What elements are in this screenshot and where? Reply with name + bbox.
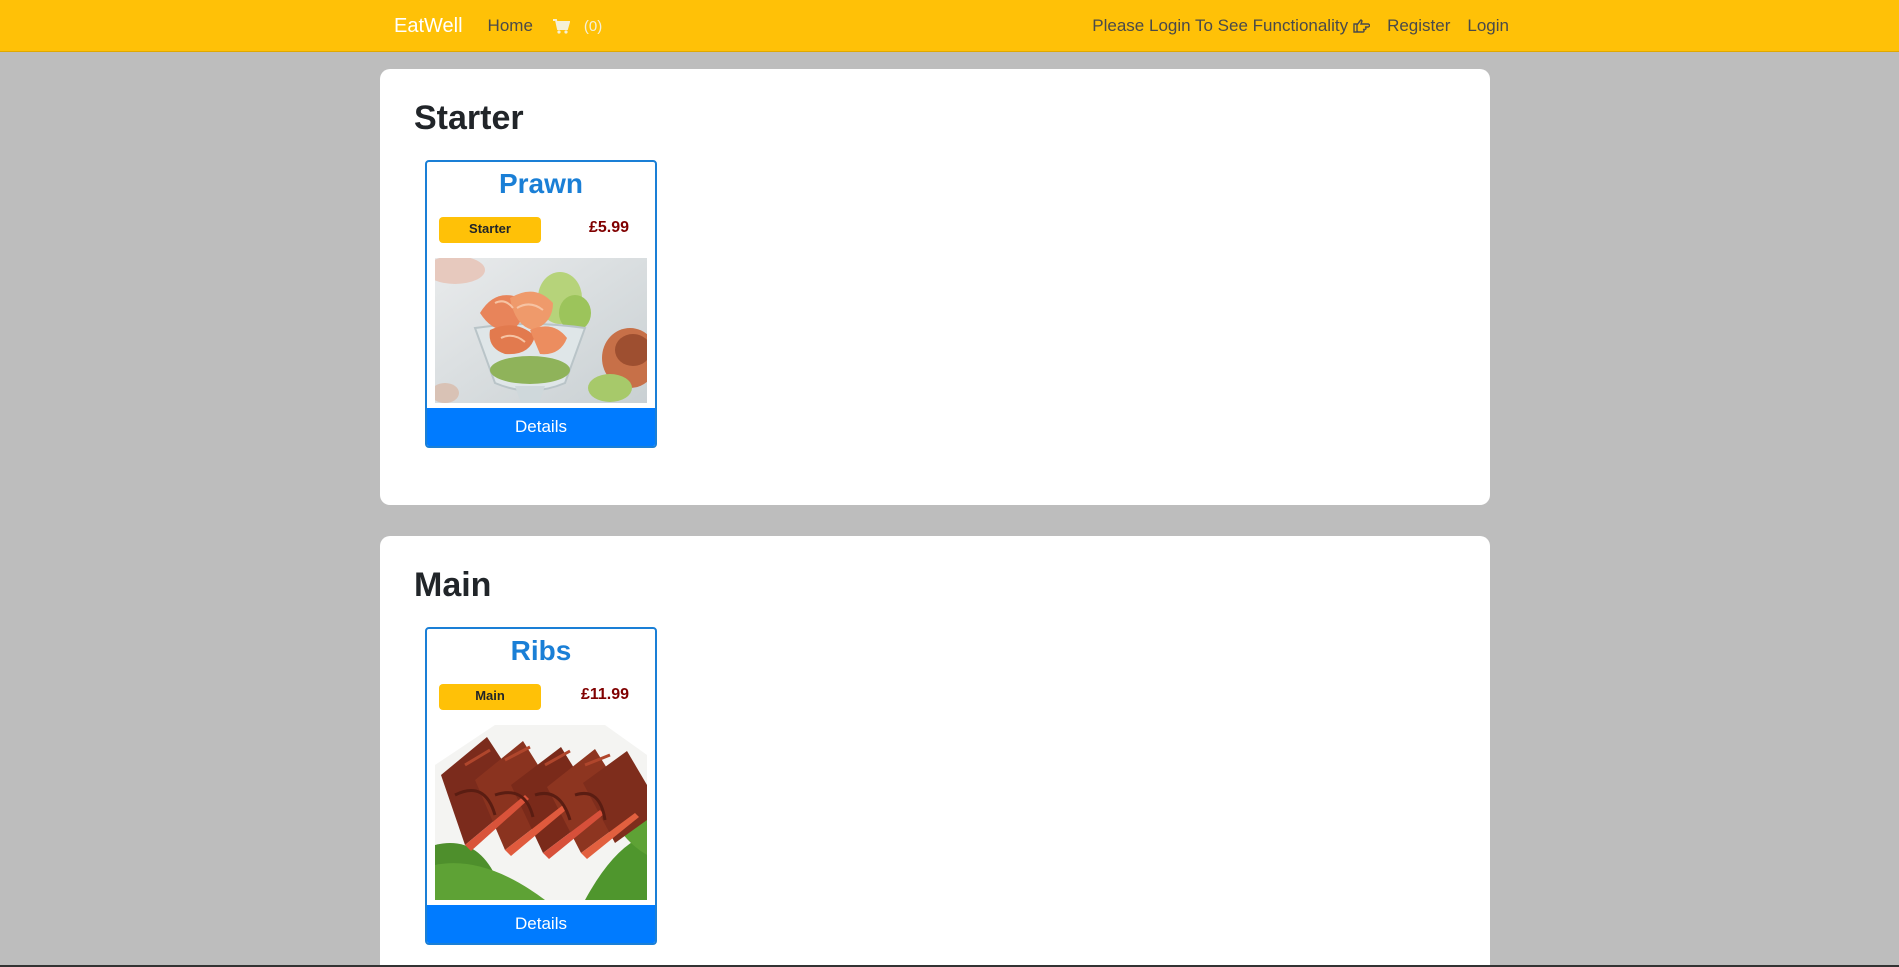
menu-item-card: Ribs Main £11.99 Details	[425, 627, 657, 945]
bbq-ribs-photo	[435, 725, 647, 900]
login-message: Please Login To See Functionality	[1092, 16, 1371, 36]
cart-count: (0)	[583, 17, 603, 35]
cart-link[interactable]: (0)	[552, 17, 603, 35]
navbar-container: EatWell Home (0) Please Login To See Fun…	[382, 0, 1509, 52]
section-title: Starter	[414, 99, 524, 137]
menu-section-starter: Starter Prawn Starter £5.99 Details	[380, 69, 1490, 505]
nav-login-link[interactable]: Login	[1467, 16, 1509, 36]
details-button[interactable]: Details	[427, 408, 655, 446]
hand-point-right-icon	[1353, 19, 1371, 33]
menu-section-main: Main Ribs Main £11.99 Details	[380, 536, 1490, 967]
item-name: Prawn	[498, 168, 584, 199]
login-message-text: Please Login To See Functionality	[1092, 16, 1349, 35]
category-badge: Starter	[439, 217, 541, 243]
menu-item-card: Prawn Starter £5.99 Details	[425, 160, 657, 448]
prawn-cocktail-photo	[435, 258, 647, 403]
nav-register-link[interactable]: Register	[1387, 16, 1450, 36]
section-title: Main	[414, 566, 492, 604]
navbar-right: Please Login To See Functionality Regist…	[1092, 16, 1509, 36]
item-price: £11.99	[580, 686, 629, 703]
item-name: Ribs	[510, 635, 572, 666]
details-button[interactable]: Details	[427, 905, 655, 943]
nav-home-link[interactable]: Home	[488, 16, 533, 36]
shopping-cart-icon	[552, 18, 570, 34]
item-price: £5.99	[588, 219, 629, 236]
brand-logo[interactable]: EatWell	[394, 15, 463, 38]
category-badge: Main	[439, 684, 541, 710]
top-navbar: EatWell Home (0) Please Login To See Fun…	[0, 0, 1899, 52]
